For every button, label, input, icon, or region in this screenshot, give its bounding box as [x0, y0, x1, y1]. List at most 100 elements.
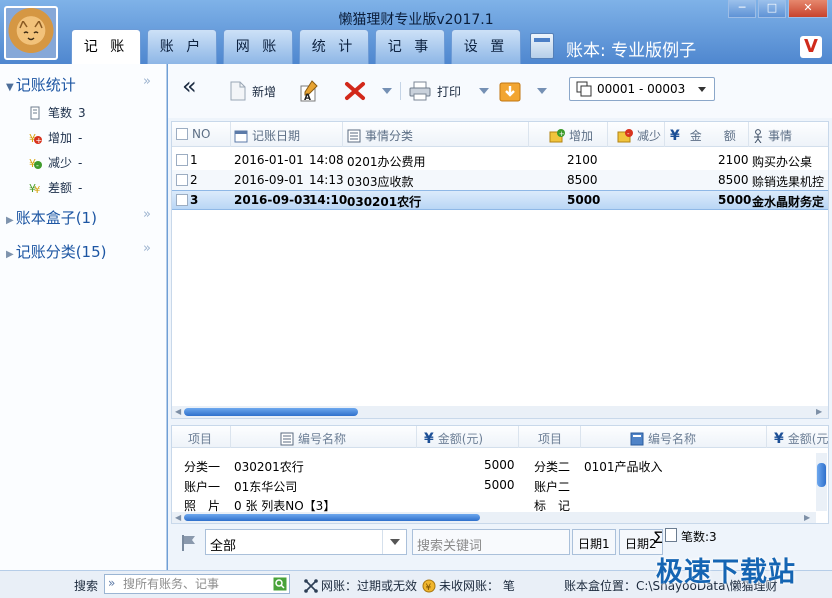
scroll-right-icon[interactable]: ▶	[816, 407, 822, 416]
chevron-down-icon[interactable]	[382, 88, 392, 94]
expand-triangle-icon: ▼	[6, 82, 14, 93]
stat-value: 3	[78, 105, 86, 120]
record-count-label: 笔数:3	[681, 530, 717, 544]
decrease-icon: -	[617, 128, 633, 142]
scroll-right-icon[interactable]: ▶	[804, 513, 810, 522]
header-text: 金额(元	[787, 432, 829, 446]
chevron-down-icon[interactable]	[479, 88, 490, 94]
flag-icon[interactable]	[181, 534, 197, 552]
cell-amount: 2100	[718, 153, 749, 167]
close-button[interactable]: ✕	[788, 0, 828, 18]
global-search-box[interactable]: »	[104, 574, 290, 594]
tab-accounts[interactable]: 账 户	[147, 29, 217, 64]
date-start-button[interactable]: 日期1	[572, 529, 616, 555]
select-all-checkbox[interactable]	[176, 128, 188, 140]
yen-icon: ¥	[424, 430, 434, 447]
netbook-status[interactable]: 网账：过期或无效	[304, 577, 417, 594]
window-title: 懒猫理财专业版v2017.1	[338, 12, 494, 28]
delete-button[interactable]	[344, 78, 392, 104]
table-row-selected[interactable]: 3 2016-09-03 14:10 030201农行 5000 5000 金水…	[172, 190, 828, 210]
sidebar-section-book-boxes[interactable]: ▶ 账本盒子(1)	[6, 207, 97, 228]
scroll-left-icon[interactable]: ◀	[175, 407, 181, 416]
detail-horizontal-scrollbar[interactable]: ◀ ▶	[172, 512, 816, 523]
new-record-button[interactable]: 新增	[230, 78, 276, 104]
edit-button[interactable]: A	[300, 78, 318, 104]
yen-icon: ¥	[670, 127, 680, 144]
collapse-sidebar-button[interactable]: «	[182, 72, 197, 100]
collapse-chevron-icon[interactable]: »	[143, 74, 151, 89]
minimize-button[interactable]: ─	[728, 0, 756, 18]
cell-no: 3	[190, 193, 199, 207]
calculator-icon[interactable]	[665, 528, 677, 542]
print-button[interactable]: 打印	[409, 78, 490, 104]
stat-label: 增加	[48, 131, 73, 145]
search-icon[interactable]	[273, 577, 287, 591]
collapse-chevron-icon[interactable]: »	[143, 207, 151, 222]
header-text: 额	[723, 129, 736, 143]
chevron-down-icon[interactable]	[698, 87, 706, 92]
brand-logo[interactable]: V	[800, 36, 822, 58]
column-header-date[interactable]: 记账日期	[234, 127, 300, 144]
detail-value: 0101产品收入	[584, 460, 663, 474]
sidebar-section-stats[interactable]: ▼ 记账统计	[6, 74, 76, 95]
row-checkbox[interactable]	[176, 194, 188, 206]
column-divider	[580, 426, 581, 448]
main-panel: « 新增 A 打印 00001 - 00003 NO 记账日期 事情分类 + 增…	[168, 64, 832, 570]
column-header-matter[interactable]: 事情	[752, 127, 792, 144]
column-divider	[518, 426, 519, 448]
column-divider	[607, 122, 608, 147]
tab-bookkeeping[interactable]: 记 账	[71, 29, 141, 65]
svg-text:+: +	[36, 136, 43, 145]
detail-vertical-scrollbar[interactable]	[816, 453, 827, 511]
scope-dropdown-button[interactable]	[382, 530, 406, 554]
unreceived-status[interactable]: ¥ 未收网账： 笔	[422, 577, 515, 594]
row-checkbox[interactable]	[176, 154, 188, 166]
stat-decrease: ¥ - 减少 -	[28, 154, 82, 171]
detail-label: 账户二	[534, 480, 571, 494]
collapse-chevron-icon[interactable]: »	[143, 241, 151, 256]
scroll-left-icon[interactable]: ◀	[175, 513, 181, 522]
table-row[interactable]: 2 2016-09-01 14:13 0303应收款 8500 8500 赊销选…	[172, 170, 828, 190]
header-text: 编号名称	[298, 432, 347, 446]
tab-statistics[interactable]: 统 计	[299, 29, 369, 64]
scope-select[interactable]: 全部	[205, 529, 407, 555]
column-header-no[interactable]: NO	[192, 127, 210, 141]
row-checkbox[interactable]	[176, 174, 188, 186]
detail-amount: 5000	[484, 478, 515, 492]
scrollbar-thumb[interactable]	[184, 408, 358, 416]
record-range-value: 00001 - 00003	[597, 82, 686, 96]
column-header-decrease[interactable]: - 减少	[617, 127, 661, 144]
sum-icon[interactable]: Σ	[653, 528, 663, 547]
cell-time: 14:10	[309, 193, 348, 207]
table-row[interactable]: 1 2016-01-01 14:08 0201办公费用 2100 2100 购买…	[172, 150, 828, 170]
cell-increase: 5000	[567, 193, 601, 207]
record-range-select[interactable]: 00001 - 00003	[569, 77, 715, 101]
collapsed-triangle-icon: ▶	[6, 249, 14, 260]
export-button[interactable]	[499, 78, 547, 104]
column-header-category[interactable]: 事情分类	[347, 127, 413, 144]
scrollbar-thumb[interactable]	[817, 463, 826, 487]
sidebar-section-categories[interactable]: ▶ 记账分类(15)	[6, 241, 107, 262]
network-icon	[304, 578, 318, 593]
global-search-input[interactable]	[123, 576, 273, 592]
keyword-search-box[interactable]: 搜索关键词	[412, 529, 570, 555]
scrollbar-thumb[interactable]	[184, 514, 480, 521]
stat-increase: ¥ + 增加 -	[28, 129, 82, 146]
column-header-amount[interactable]: ¥ 金 额	[670, 127, 736, 144]
maximize-button[interactable]: □	[758, 0, 786, 18]
tab-notes[interactable]: 记 事	[375, 29, 445, 64]
chevron-down-icon[interactable]	[537, 88, 547, 94]
column-header-increase[interactable]: + 增加	[549, 127, 593, 144]
account-book-icon[interactable]	[530, 33, 554, 59]
detail-header-code-name-2: 编号名称	[630, 430, 696, 447]
tab-netbook[interactable]: 网 账	[223, 29, 293, 64]
table-horizontal-scrollbar[interactable]: ◀ ▶	[172, 406, 828, 418]
toolbar-divider	[400, 82, 401, 100]
stat-count: 笔数 3	[28, 104, 86, 121]
stat-value: -	[78, 155, 83, 170]
download-box-icon	[499, 82, 521, 102]
detail-label: 账户一	[184, 480, 221, 494]
tab-settings[interactable]: 设 置	[451, 29, 521, 64]
coin-icon: ¥	[422, 579, 436, 593]
difference-icon: ¥¥	[29, 182, 40, 195]
